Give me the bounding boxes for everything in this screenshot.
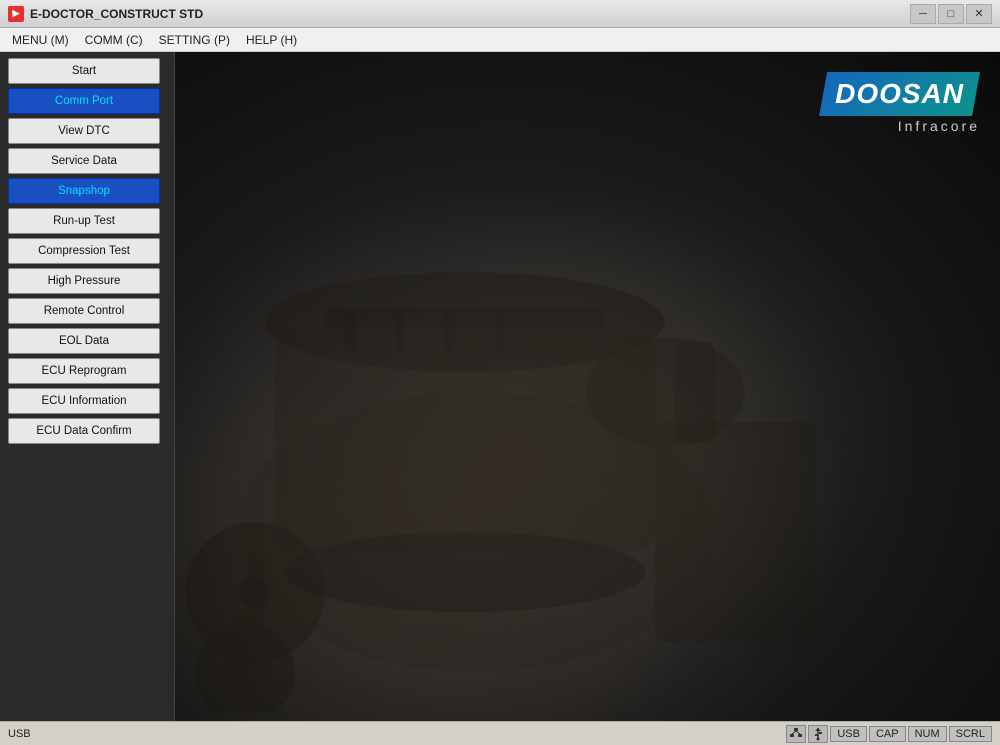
usb-status-indicator: USB [830, 726, 867, 742]
doosan-logo-box: DOOSAN [819, 72, 980, 116]
ecu-information-button[interactable]: ECU Information [8, 388, 160, 414]
menu-item-m[interactable]: MENU (M) [4, 30, 77, 50]
title-bar: ▶ E-DOCTOR_CONSTRUCT STD ─ □ ✕ [0, 0, 1000, 28]
app-icon: ▶ [8, 6, 24, 22]
compression-test-button[interactable]: Compression Test [8, 238, 160, 264]
view-dtc-button[interactable]: View DTC [8, 118, 160, 144]
ecu-reprogram-button[interactable]: ECU Reprogram [8, 358, 160, 384]
engine-background: DOOSAN Infracore [175, 52, 1000, 721]
network-icon [786, 725, 806, 743]
menu-item-c[interactable]: COMM (C) [77, 30, 151, 50]
window-title: E-DOCTOR_CONSTRUCT STD [30, 7, 910, 21]
content-area: DOOSAN Infracore [175, 52, 1000, 721]
remote-control-button[interactable]: Remote Control [8, 298, 160, 324]
main-area: Start Comm Port View DTC Service Data Sn… [0, 52, 1000, 721]
comm-port-button[interactable]: Comm Port [8, 88, 160, 114]
close-button[interactable]: ✕ [966, 4, 992, 24]
menu-item-p[interactable]: SETTING (P) [151, 30, 238, 50]
maximize-button[interactable]: □ [938, 4, 964, 24]
snapshop-button[interactable]: Snapshop [8, 178, 160, 204]
menu-bar: MENU (M) COMM (C) SETTING (P) HELP (H) [0, 28, 1000, 52]
num-indicator: NUM [908, 726, 947, 742]
minimize-button[interactable]: ─ [910, 4, 936, 24]
status-bar: USB USB CAP NUM SCRL [0, 721, 1000, 745]
infracore-subtitle: Infracore [898, 118, 980, 134]
engine-svg [175, 52, 995, 712]
doosan-brand-text: DOOSAN [835, 78, 964, 109]
scrl-indicator: SCRL [949, 726, 992, 742]
status-right-area: USB CAP NUM SCRL [786, 725, 992, 743]
high-pressure-button[interactable]: High Pressure [8, 268, 160, 294]
sidebar: Start Comm Port View DTC Service Data Sn… [0, 52, 175, 721]
runup-test-button[interactable]: Run-up Test [8, 208, 160, 234]
eol-data-button[interactable]: EOL Data [8, 328, 160, 354]
status-usb-text: USB [8, 728, 786, 740]
ecu-data-confirm-button[interactable]: ECU Data Confirm [8, 418, 160, 444]
doosan-logo: DOOSAN Infracore [819, 72, 980, 134]
start-button[interactable]: Start [8, 58, 160, 84]
window-controls: ─ □ ✕ [910, 4, 992, 24]
cap-indicator: CAP [869, 726, 906, 742]
usb-icon [808, 725, 828, 743]
service-data-button[interactable]: Service Data [8, 148, 160, 174]
menu-item-h[interactable]: HELP (H) [238, 30, 305, 50]
